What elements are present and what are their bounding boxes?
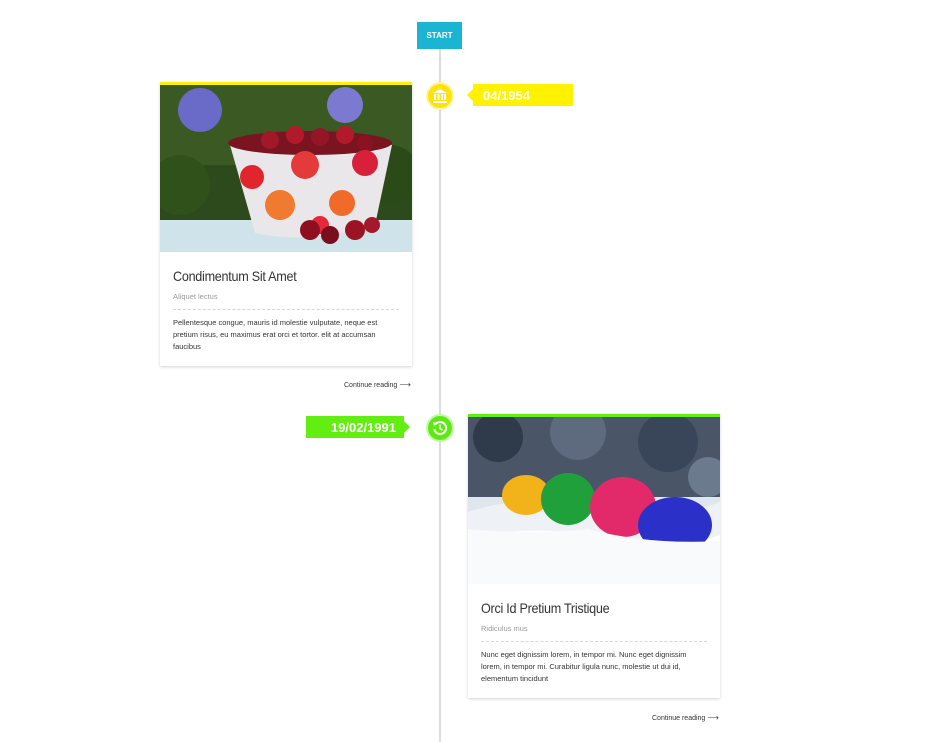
timeline-card: Condimentum Sit Amet Aliquet lectus Pell… <box>160 82 412 366</box>
timeline-card: Orci Id Pretium Tristique Ridiculus mus … <box>468 414 720 698</box>
card-excerpt: Pellentesque congue, mauris id molestie … <box>173 318 378 351</box>
continue-reading-link[interactable]: Continue reading ⟶ <box>652 713 719 722</box>
entry-date-label: 04/1954 <box>467 84 573 106</box>
continue-reading-label: Continue reading <box>652 715 706 722</box>
entry-date-label: 19/02/1991 <box>306 416 410 438</box>
card-subtitle: Aliquet lectus <box>173 292 399 310</box>
cherries-bowl-photo[interactable] <box>160 85 412 252</box>
arrow-right-icon: ⟶ <box>707 713 719 722</box>
history-icon <box>426 414 454 442</box>
bank-icon <box>426 82 454 110</box>
timeline-start-button[interactable]: START <box>417 22 462 49</box>
continue-reading-label: Continue reading <box>344 382 398 389</box>
arrow-right-icon: ⟶ <box>399 380 411 389</box>
continue-reading-link[interactable]: Continue reading ⟶ <box>344 380 411 389</box>
card-excerpt: Nunc eget dignissim lorem, in tempor mi.… <box>481 650 687 683</box>
card-subtitle: Ridiculus mus <box>481 624 707 642</box>
card-title[interactable]: Orci Id Pretium Tristique <box>481 600 684 616</box>
timeline-line <box>439 46 441 742</box>
card-title[interactable]: Condimentum Sit Amet <box>173 268 376 284</box>
easter-eggs-snow-photo[interactable] <box>468 417 720 584</box>
